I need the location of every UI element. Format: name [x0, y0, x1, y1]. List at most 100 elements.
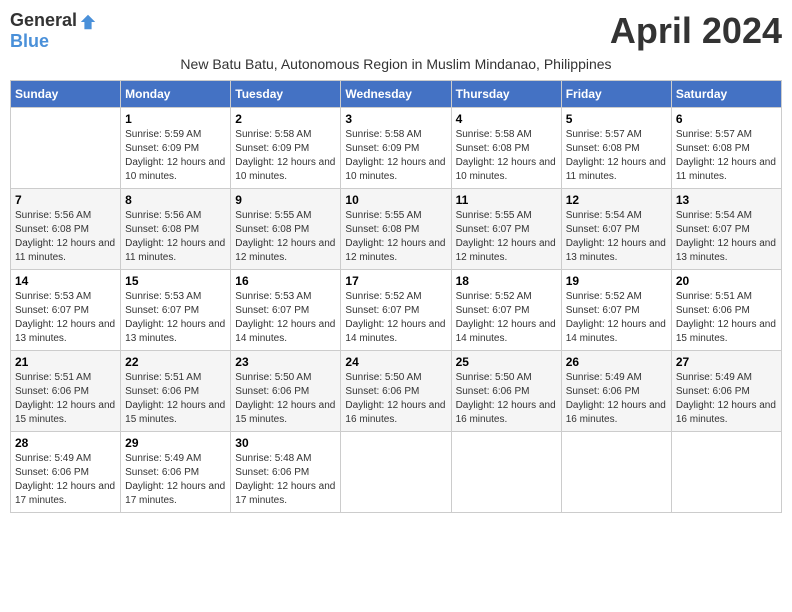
day-info: Sunrise: 5:48 AMSunset: 6:06 PMDaylight:…: [235, 452, 336, 508]
col-header-monday: Monday: [121, 81, 231, 108]
day-info: Sunrise: 5:51 AMSunset: 6:06 PMDaylight:…: [125, 371, 226, 427]
calendar-cell: [341, 432, 451, 513]
day-number: 10: [345, 193, 446, 207]
day-info: Sunrise: 5:52 AMSunset: 6:07 PMDaylight:…: [566, 290, 667, 346]
calendar-table: SundayMondayTuesdayWednesdayThursdayFrid…: [10, 80, 782, 513]
day-info: Sunrise: 5:58 AMSunset: 6:09 PMDaylight:…: [345, 128, 446, 184]
day-number: 3: [345, 112, 446, 126]
day-info: Sunrise: 5:57 AMSunset: 6:08 PMDaylight:…: [676, 128, 777, 184]
calendar-subtitle: New Batu Batu, Autonomous Region in Musl…: [10, 56, 782, 72]
calendar-cell: 22 Sunrise: 5:51 AMSunset: 6:06 PMDayligh…: [121, 351, 231, 432]
calendar-cell: 30 Sunrise: 5:48 AMSunset: 6:06 PMDayligh…: [231, 432, 341, 513]
day-info: Sunrise: 5:51 AMSunset: 6:06 PMDaylight:…: [676, 290, 777, 346]
day-number: 11: [456, 193, 557, 207]
day-number: 17: [345, 274, 446, 288]
day-info: Sunrise: 5:54 AMSunset: 6:07 PMDaylight:…: [566, 209, 667, 265]
logo-general: General: [10, 10, 97, 31]
day-info: Sunrise: 5:55 AMSunset: 6:08 PMDaylight:…: [345, 209, 446, 265]
day-number: 22: [125, 355, 226, 369]
calendar-cell: 8Sunrise: 5:56 AMSunset: 6:08 PMDaylight…: [121, 189, 231, 270]
day-number: 18: [456, 274, 557, 288]
calendar-cell: 20 Sunrise: 5:51 AMSunset: 6:06 PMDayligh…: [671, 270, 781, 351]
calendar-cell: 25 Sunrise: 5:50 AMSunset: 6:06 PMDayligh…: [451, 351, 561, 432]
calendar-cell: 15 Sunrise: 5:53 AMSunset: 6:07 PMDayligh…: [121, 270, 231, 351]
day-number: 2: [235, 112, 336, 126]
day-number: 21: [15, 355, 116, 369]
logo-blue: Blue: [10, 31, 49, 52]
col-header-friday: Friday: [561, 81, 671, 108]
calendar-cell: 2 Sunrise: 5:58 AMSunset: 6:09 PMDaylight…: [231, 108, 341, 189]
day-info: Sunrise: 5:58 AMSunset: 6:09 PMDaylight:…: [235, 128, 336, 184]
day-number: 19: [566, 274, 667, 288]
day-info: Sunrise: 5:49 AMSunset: 6:06 PMDaylight:…: [566, 371, 667, 427]
col-header-tuesday: Tuesday: [231, 81, 341, 108]
day-info: Sunrise: 5:53 AMSunset: 6:07 PMDaylight:…: [15, 290, 116, 346]
day-number: 23: [235, 355, 336, 369]
day-number: 29: [125, 436, 226, 450]
calendar-cell: 3 Sunrise: 5:58 AMSunset: 6:09 PMDaylight…: [341, 108, 451, 189]
day-info: Sunrise: 5:54 AMSunset: 6:07 PMDaylight:…: [676, 209, 777, 265]
day-info: Sunrise: 5:49 AMSunset: 6:06 PMDaylight:…: [125, 452, 226, 508]
day-number: 30: [235, 436, 336, 450]
calendar-week-1: 1Sunrise: 5:59 AMSunset: 6:09 PMDaylight…: [11, 108, 782, 189]
calendar-week-5: 28 Sunrise: 5:49 AMSunset: 6:06 PMDayligh…: [11, 432, 782, 513]
day-number: 28: [15, 436, 116, 450]
day-info: Sunrise: 5:51 AMSunset: 6:06 PMDaylight:…: [15, 371, 116, 427]
calendar-cell: 12 Sunrise: 5:54 AMSunset: 6:07 PMDayligh…: [561, 189, 671, 270]
calendar-cell: 4Sunrise: 5:58 AMSunset: 6:08 PMDaylight…: [451, 108, 561, 189]
calendar-cell: 29 Sunrise: 5:49 AMSunset: 6:06 PMDayligh…: [121, 432, 231, 513]
day-info: Sunrise: 5:53 AMSunset: 6:07 PMDaylight:…: [125, 290, 226, 346]
day-info: Sunrise: 5:59 AMSunset: 6:09 PMDaylight:…: [125, 128, 226, 184]
calendar-week-2: 7 Sunrise: 5:56 AMSunset: 6:08 PMDaylight…: [11, 189, 782, 270]
day-info: Sunrise: 5:49 AMSunset: 6:06 PMDaylight:…: [676, 371, 777, 427]
col-header-thursday: Thursday: [451, 81, 561, 108]
day-number: 13: [676, 193, 777, 207]
calendar-cell: 16 Sunrise: 5:53 AMSunset: 6:07 PMDayligh…: [231, 270, 341, 351]
calendar-cell: 1Sunrise: 5:59 AMSunset: 6:09 PMDaylight…: [121, 108, 231, 189]
day-info: Sunrise: 5:52 AMSunset: 6:07 PMDaylight:…: [345, 290, 446, 346]
day-number: 16: [235, 274, 336, 288]
col-header-wednesday: Wednesday: [341, 81, 451, 108]
calendar-cell: 18 Sunrise: 5:52 AMSunset: 6:07 PMDayligh…: [451, 270, 561, 351]
calendar-cell: [11, 108, 121, 189]
day-info: Sunrise: 5:50 AMSunset: 6:06 PMDaylight:…: [456, 371, 557, 427]
calendar-cell: [671, 432, 781, 513]
day-info: Sunrise: 5:58 AMSunset: 6:08 PMDaylight:…: [456, 128, 557, 184]
calendar-cell: 11 Sunrise: 5:55 AMSunset: 6:07 PMDayligh…: [451, 189, 561, 270]
page-header: General Blue April 2024: [10, 10, 782, 52]
day-info: Sunrise: 5:55 AMSunset: 6:08 PMDaylight:…: [235, 209, 336, 265]
calendar-week-3: 14Sunrise: 5:53 AMSunset: 6:07 PMDayligh…: [11, 270, 782, 351]
day-number: 26: [566, 355, 667, 369]
day-info: Sunrise: 5:56 AMSunset: 6:08 PMDaylight:…: [125, 209, 226, 265]
day-info: Sunrise: 5:53 AMSunset: 6:07 PMDaylight:…: [235, 290, 336, 346]
day-info: Sunrise: 5:52 AMSunset: 6:07 PMDaylight:…: [456, 290, 557, 346]
day-number: 15: [125, 274, 226, 288]
day-number: 7: [15, 193, 116, 207]
calendar-cell: 24Sunrise: 5:50 AMSunset: 6:06 PMDayligh…: [341, 351, 451, 432]
calendar-cell: 21 Sunrise: 5:51 AMSunset: 6:06 PMDayligh…: [11, 351, 121, 432]
col-header-sunday: Sunday: [11, 81, 121, 108]
day-number: 20: [676, 274, 777, 288]
calendar-cell: 6 Sunrise: 5:57 AMSunset: 6:08 PMDaylight…: [671, 108, 781, 189]
calendar-cell: 27Sunrise: 5:49 AMSunset: 6:06 PMDayligh…: [671, 351, 781, 432]
day-info: Sunrise: 5:55 AMSunset: 6:07 PMDaylight:…: [456, 209, 557, 265]
day-info: Sunrise: 5:56 AMSunset: 6:08 PMDaylight:…: [15, 209, 116, 265]
day-number: 5: [566, 112, 667, 126]
day-number: 12: [566, 193, 667, 207]
day-info: Sunrise: 5:49 AMSunset: 6:06 PMDaylight:…: [15, 452, 116, 508]
calendar-cell: 10 Sunrise: 5:55 AMSunset: 6:08 PMDayligh…: [341, 189, 451, 270]
calendar-cell: 26 Sunrise: 5:49 AMSunset: 6:06 PMDayligh…: [561, 351, 671, 432]
calendar-cell: 28 Sunrise: 5:49 AMSunset: 6:06 PMDayligh…: [11, 432, 121, 513]
day-info: Sunrise: 5:50 AMSunset: 6:06 PMDaylight:…: [345, 371, 446, 427]
day-number: 6: [676, 112, 777, 126]
logo-icon: [79, 13, 97, 31]
day-number: 25: [456, 355, 557, 369]
day-number: 9: [235, 193, 336, 207]
calendar-cell: 5Sunrise: 5:57 AMSunset: 6:08 PMDaylight…: [561, 108, 671, 189]
calendar-cell: 19 Sunrise: 5:52 AMSunset: 6:07 PMDayligh…: [561, 270, 671, 351]
calendar-cell: [451, 432, 561, 513]
calendar-cell: 7 Sunrise: 5:56 AMSunset: 6:08 PMDaylight…: [11, 189, 121, 270]
calendar-cell: 13 Sunrise: 5:54 AMSunset: 6:07 PMDayligh…: [671, 189, 781, 270]
calendar-week-4: 21 Sunrise: 5:51 AMSunset: 6:06 PMDayligh…: [11, 351, 782, 432]
calendar-cell: 9 Sunrise: 5:55 AMSunset: 6:08 PMDaylight…: [231, 189, 341, 270]
